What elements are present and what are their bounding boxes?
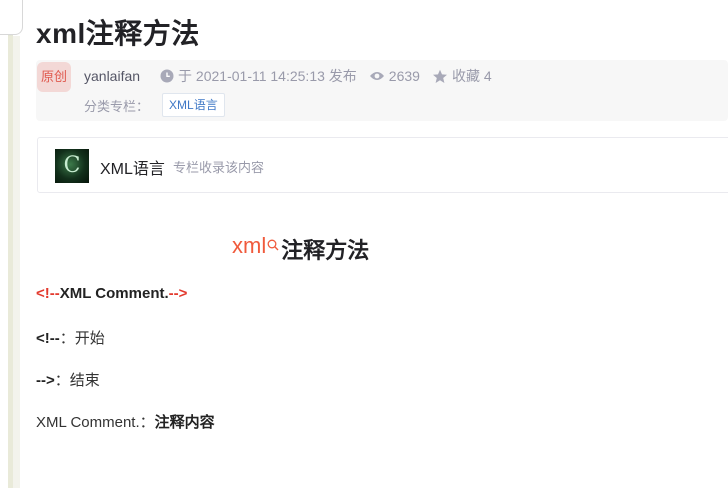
article-meta: 原创 yanlaifan 于 2021-01-11 14:25:13 发布 26… xyxy=(36,60,728,121)
close-desc: ：结束 xyxy=(54,372,100,389)
publish-time: 于 2021-01-11 14:25:13 发布 xyxy=(160,66,357,86)
original-badge: 原创 xyxy=(37,62,71,92)
comment-label: XML Comment.： xyxy=(36,414,155,431)
article-heading: xml 注释方法 xyxy=(232,233,369,265)
category-tag[interactable]: XML语言 xyxy=(162,93,225,117)
search-icon[interactable] xyxy=(267,231,279,257)
author-link[interactable]: yanlaifan xyxy=(84,68,140,84)
comment-text: XML Comment. xyxy=(59,285,169,302)
comment-meaning: 注释内容 xyxy=(154,414,215,431)
clock-icon xyxy=(160,69,174,83)
column-thumbnail: C xyxy=(55,149,89,183)
view-count-text: 2639 xyxy=(388,68,420,84)
content-line-3: -->：结束 xyxy=(36,369,100,390)
content-line-4: XML Comment.：注释内容 xyxy=(36,411,215,432)
column-description: 专栏收录该内容 xyxy=(173,160,265,175)
favorite-count-text: 收藏 4 xyxy=(451,68,492,84)
favorite-button[interactable]: 收藏 4 xyxy=(432,66,492,86)
eye-icon xyxy=(369,72,384,80)
close-token: --> xyxy=(36,372,55,389)
left-margin-strip xyxy=(0,0,23,488)
content-line-2: <!--：开始 xyxy=(36,327,105,348)
category-label: 分类专栏： xyxy=(84,98,150,114)
article-title: xml注释方法 xyxy=(36,18,200,49)
comment-open-token: <!-- xyxy=(36,285,60,302)
view-count: 2639 xyxy=(369,68,420,84)
content-line-1: <!--XML Comment.--> xyxy=(36,285,187,302)
highlight-keyword[interactable]: xml xyxy=(232,233,266,259)
open-desc: ：开始 xyxy=(59,330,105,347)
star-icon xyxy=(432,69,447,83)
heading-text: 注释方法 xyxy=(281,238,370,263)
publish-time-text: 于 2021-01-11 14:25:13 发布 xyxy=(178,68,357,84)
open-token: <!-- xyxy=(36,330,60,347)
meta-row: yanlaifan 于 2021-01-11 14:25:13 发布 2639 … xyxy=(84,67,504,85)
category-row: 分类专栏： XML语言 xyxy=(84,93,225,117)
comment-close-token: --> xyxy=(168,285,188,302)
column-card[interactable]: C XML语言 专栏收录该内容 xyxy=(37,137,728,193)
column-name[interactable]: XML语言 xyxy=(100,155,165,179)
